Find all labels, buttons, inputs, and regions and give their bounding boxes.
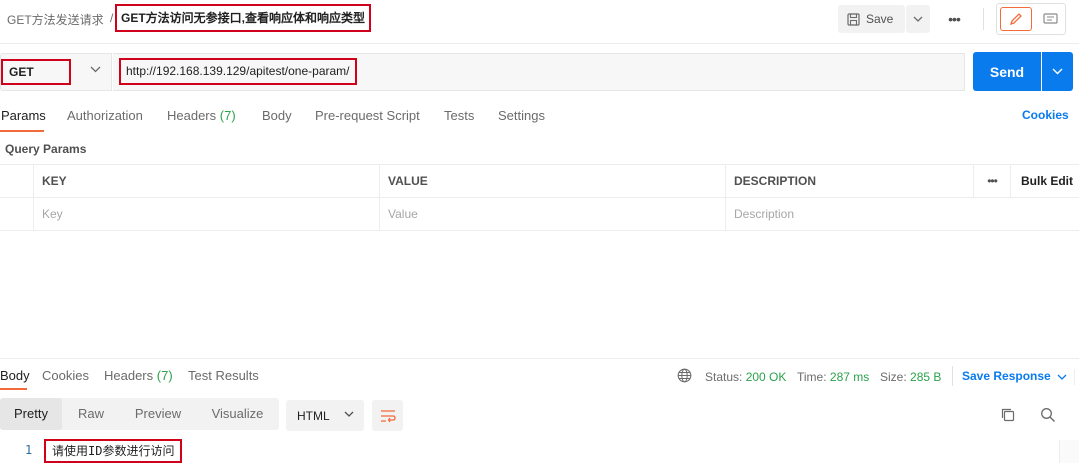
editor-scrollbar[interactable]	[1059, 440, 1079, 463]
response-view-tabs: Pretty Raw Preview Visualize	[0, 398, 279, 430]
chevron-down-icon[interactable]	[90, 66, 101, 73]
column-header-description: DESCRIPTION	[725, 165, 973, 197]
save-options-button[interactable]	[906, 5, 930, 33]
status-label: Status:	[705, 370, 743, 384]
tab-headers-label: Headers	[167, 108, 217, 123]
view-tab-raw[interactable]: Raw	[62, 398, 120, 430]
save-label: Save	[866, 12, 894, 26]
chevron-down-icon	[1052, 68, 1063, 75]
active-response-tab-indicator	[0, 388, 27, 390]
copy-icon[interactable]	[1000, 407, 1016, 423]
response-tab-headers[interactable]: Headers (7)	[104, 368, 173, 383]
response-divider[interactable]	[0, 358, 1079, 359]
wrap-lines-button[interactable]	[372, 400, 403, 431]
format-select[interactable]: HTML	[286, 400, 364, 431]
send-options-button[interactable]	[1042, 52, 1073, 91]
request-name[interactable]: GET方法访问无参接口,查看响应体和响应类型	[115, 4, 372, 32]
chevron-down-icon	[1057, 374, 1067, 380]
send-button[interactable]: Send	[973, 52, 1041, 91]
chevron-down-icon	[913, 16, 923, 22]
tab-tests[interactable]: Tests	[444, 108, 474, 123]
response-tab-headers-label: Headers	[104, 368, 154, 383]
tab-headers[interactable]: Headers (7)	[167, 108, 236, 123]
pencil-icon	[1009, 13, 1022, 26]
chevron-down-icon	[344, 411, 354, 417]
tab-authorization[interactable]: Authorization	[67, 108, 143, 123]
comments-pane-button[interactable]	[1035, 4, 1065, 34]
response-tab-body[interactable]: Body	[0, 368, 30, 383]
table-header-row: KEY VALUE DESCRIPTION ••• Bulk Edit	[0, 164, 1079, 198]
tab-params[interactable]: Params	[1, 108, 46, 123]
response-tab-cookies[interactable]: Cookies	[42, 368, 89, 383]
time-label: Time:	[797, 370, 827, 384]
url-value[interactable]: http://192.168.139.129/apitest/one-param…	[119, 58, 357, 85]
response-headers-count: (7)	[156, 368, 173, 383]
response-body-text: 请使用ID参数进行访问	[44, 439, 183, 463]
globe-icon[interactable]	[677, 368, 692, 383]
wrap-lines-icon	[380, 409, 396, 422]
view-tab-pretty[interactable]: Pretty	[0, 398, 62, 430]
edit-pane-button[interactable]	[1000, 7, 1032, 31]
view-tab-visualize[interactable]: Visualize	[196, 398, 279, 430]
active-tab-indicator	[0, 130, 44, 132]
time-readout: Time: 287 ms	[797, 370, 869, 384]
size-label: Size:	[880, 370, 907, 384]
search-icon[interactable]	[1040, 407, 1056, 423]
response-tab-test-results[interactable]: Test Results	[188, 368, 259, 383]
status-readout: Status: 200 OK	[705, 370, 786, 384]
row-checkbox[interactable]	[0, 198, 34, 230]
cookies-link[interactable]: Cookies	[1022, 108, 1069, 122]
status-divider	[952, 366, 953, 386]
column-options-button[interactable]: •••	[973, 165, 1010, 197]
save-response-button[interactable]: Save Response	[962, 369, 1067, 383]
tab-settings[interactable]: Settings	[498, 108, 545, 123]
tab-pre-request-script[interactable]: Pre-request Script	[315, 108, 420, 123]
size-readout: Size: 285 B	[880, 370, 941, 384]
save-response-label: Save Response	[962, 369, 1051, 383]
header-divider	[983, 8, 984, 30]
size-value: 285 B	[910, 370, 942, 384]
collection-breadcrumb[interactable]: GET方法发送请求	[7, 11, 104, 28]
column-header-value: VALUE	[379, 165, 725, 197]
format-value: HTML	[297, 408, 330, 423]
column-header-key: KEY	[33, 165, 379, 197]
side-panel-toggle	[996, 3, 1066, 35]
table-row: Key Value Description	[0, 197, 1079, 231]
breadcrumb-separator: /	[110, 11, 114, 25]
time-value: 287 ms	[829, 370, 870, 384]
comment-icon	[1042, 12, 1058, 24]
view-tab-preview[interactable]: Preview	[120, 398, 196, 430]
request-header-bar: GET方法发送请求 / GET方法访问无参接口,查看响应体和响应类型 Save …	[0, 0, 1079, 44]
more-actions-button[interactable]: •••	[940, 5, 968, 33]
save-button[interactable]: Save	[838, 5, 905, 33]
value-input[interactable]: Value	[379, 198, 725, 230]
query-params-heading: Query Params	[5, 142, 87, 156]
headers-count-badge: (7)	[219, 108, 236, 123]
line-number: 1	[25, 443, 33, 457]
save-icon	[847, 12, 860, 26]
key-input[interactable]: Key	[33, 198, 379, 230]
description-input[interactable]: Description	[725, 198, 1079, 230]
method-value[interactable]: GET	[1, 59, 71, 85]
tab-body[interactable]: Body	[262, 108, 292, 123]
row-checkbox-column	[0, 165, 34, 197]
panel-edge	[1074, 369, 1079, 385]
status-value: 200 OK	[745, 370, 787, 384]
bulk-edit-button[interactable]: Bulk Edit	[1010, 165, 1079, 197]
